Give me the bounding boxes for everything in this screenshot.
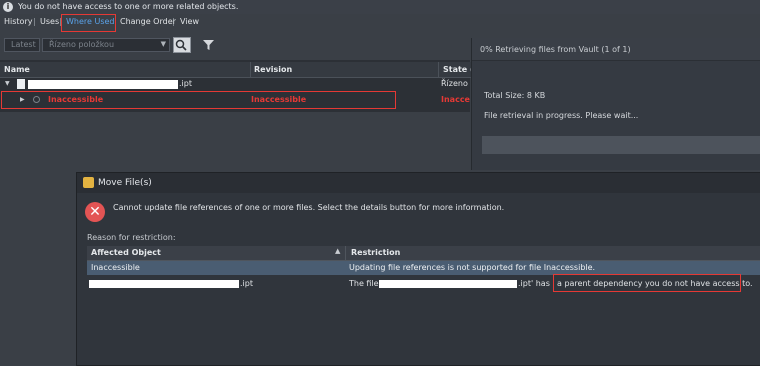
sort-asc-icon[interactable]: ▲ bbox=[335, 247, 340, 255]
search-button[interactable] bbox=[173, 37, 191, 53]
tab-uses[interactable]: Uses bbox=[40, 17, 59, 26]
inaccessible-revision: Inaccessible bbox=[251, 95, 307, 104]
retrieve-progress-panel: 0% Retrieving files from Vault (1 of 1) … bbox=[471, 38, 760, 170]
redacted-filename bbox=[379, 280, 517, 288]
retrieve-status: File retrieval in progress. Please wait.… bbox=[484, 111, 639, 120]
filter-icon[interactable] bbox=[202, 39, 215, 51]
item-filter-placeholder: Řízeno položkou bbox=[49, 40, 115, 49]
tab-where-used[interactable]: Where Used bbox=[66, 17, 115, 26]
restriction-highlight: a parent dependency you do not have acce… bbox=[557, 279, 753, 288]
column-divider bbox=[345, 246, 346, 260]
redacted-affected bbox=[89, 280, 239, 288]
chevron-down-icon: ▼ bbox=[160, 40, 166, 48]
search-icon bbox=[175, 39, 187, 51]
tab-change-order[interactable]: Change Order bbox=[120, 17, 176, 26]
column-header-affected[interactable]: Affected Object bbox=[91, 248, 161, 257]
move-files-dialog: Move File(s) ✕ Cannot update file refere… bbox=[76, 172, 760, 366]
retrieve-title: 0% Retrieving files from Vault (1 of 1) bbox=[480, 45, 631, 54]
table-row[interactable]: .ipt The file ' .ipt' has a parent depen… bbox=[87, 274, 760, 292]
tab-separator: | bbox=[33, 17, 36, 26]
tab-strip: History | Uses | Where Used Change Order… bbox=[0, 14, 760, 32]
tab-history[interactable]: History bbox=[4, 17, 32, 26]
column-header-revision[interactable]: Revision bbox=[250, 62, 439, 78]
dialog-title: Move File(s) bbox=[98, 178, 152, 188]
version-filter-value: Latest bbox=[11, 40, 36, 49]
total-size: Total Size: 8 KB bbox=[484, 91, 546, 100]
restriction-table-header: Affected Object ▲ Restriction bbox=[87, 246, 760, 261]
info-bar: i You do not have access to one or more … bbox=[0, 0, 760, 14]
file-extension: .ipt bbox=[179, 79, 192, 88]
affected-object: Inaccessible bbox=[91, 263, 140, 272]
table-row[interactable]: ▼ .ipt Řízeno p bbox=[0, 78, 476, 91]
tab-view[interactable]: View bbox=[180, 17, 199, 26]
inaccessible-name: Inaccessible bbox=[48, 95, 104, 104]
toolbar: Latest Řízeno položkou ▼ bbox=[0, 34, 470, 56]
item-filter-select[interactable]: Řízeno položkou ▼ bbox=[42, 38, 170, 52]
inaccessible-state: Inaccessi bbox=[441, 95, 470, 104]
column-header-restriction[interactable]: Restriction bbox=[351, 248, 400, 257]
redacted-name bbox=[28, 80, 178, 89]
app-icon bbox=[83, 177, 94, 188]
column-header-name[interactable]: Name bbox=[0, 62, 250, 78]
expand-icon[interactable]: ▶ bbox=[20, 96, 25, 103]
affected-extension: .ipt bbox=[240, 279, 253, 288]
restriction-mid: .ipt' has bbox=[518, 279, 550, 288]
info-icon: i bbox=[3, 2, 13, 12]
info-bar-text: You do not have access to one or more re… bbox=[18, 2, 239, 11]
restriction-text: Updating file references is not supporte… bbox=[349, 263, 596, 272]
table-row[interactable]: Inaccessible Updating file references is… bbox=[87, 261, 760, 275]
version-filter-select[interactable]: Latest bbox=[4, 38, 40, 52]
status-icon bbox=[33, 96, 40, 103]
retrieve-progress-bar bbox=[482, 136, 760, 154]
collapse-icon[interactable]: ▼ bbox=[5, 80, 10, 87]
dialog-message: Cannot update file references of one or … bbox=[113, 203, 505, 212]
reason-label: Reason for restriction: bbox=[87, 233, 176, 242]
tab-separator: | bbox=[172, 17, 175, 26]
table-row[interactable]: ▶ Inaccessible Inaccessible Inaccessi bbox=[0, 91, 470, 109]
column-header-state[interactable]: State (I bbox=[438, 62, 477, 78]
file-icon bbox=[17, 79, 25, 89]
dialog-titlebar[interactable] bbox=[77, 173, 760, 193]
error-icon: ✕ bbox=[85, 202, 105, 222]
